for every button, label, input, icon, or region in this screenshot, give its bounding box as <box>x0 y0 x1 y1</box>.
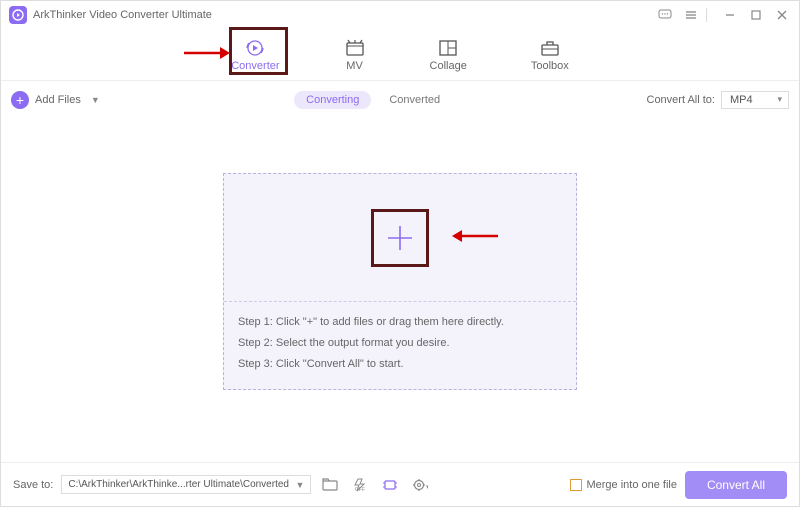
add-files-label: Add Files <box>35 94 81 106</box>
tab-toolbox[interactable]: Toolbox <box>523 34 577 76</box>
tab-label: Toolbox <box>531 60 569 72</box>
add-files-button[interactable]: + Add Files ▼ <box>11 91 100 109</box>
hardware-accel-button[interactable]: OFF <box>349 475 371 495</box>
collage-icon <box>437 38 459 58</box>
main-tabs: Converter MV Collage Toolbox <box>1 29 799 81</box>
status-tabs: Converting Converted <box>294 91 452 109</box>
svg-text:▾: ▾ <box>426 484 428 491</box>
merge-checkbox[interactable]: Merge into one file <box>570 479 677 491</box>
sub-toolbar: + Add Files ▼ Converting Converted Conve… <box>11 87 789 113</box>
toolbox-icon <box>539 38 561 58</box>
save-path-value: C:\ArkThinker\ArkThinke...rter Ultimate\… <box>68 479 289 490</box>
convert-all-button[interactable]: Convert All <box>685 471 787 499</box>
chevron-down-icon: ▼ <box>295 480 304 490</box>
drop-zone[interactable]: Step 1: Click "+" to add files or drag t… <box>223 173 577 390</box>
content-area: + Add Files ▼ Converting Converted Conve… <box>1 81 799 462</box>
feedback-icon[interactable] <box>656 6 674 24</box>
open-folder-button[interactable] <box>319 475 341 495</box>
tab-converter[interactable]: Converter <box>223 34 287 76</box>
titlebar: ArkThinker Video Converter Ultimate <box>1 1 799 29</box>
app-title: ArkThinker Video Converter Ultimate <box>33 9 648 21</box>
checkbox-icon <box>570 479 582 491</box>
chevron-down-icon: ▼ <box>91 95 100 105</box>
annotation-arrow-plus <box>452 228 500 244</box>
plus-icon: + <box>11 91 29 109</box>
svg-text:OFF: OFF <box>355 487 365 492</box>
mv-icon <box>344 38 366 58</box>
app-logo-icon <box>9 6 27 24</box>
converter-icon <box>244 38 266 58</box>
convert-all-to: Convert All to: MP4 <box>647 91 789 109</box>
plus-icon <box>382 220 418 256</box>
tab-label: Collage <box>430 60 467 72</box>
annotation-arrow-converter <box>182 45 230 61</box>
menu-icon[interactable] <box>682 6 700 24</box>
maximize-button[interactable] <box>747 6 765 24</box>
gpu-button[interactable] <box>379 475 401 495</box>
settings-button[interactable]: ▾ <box>409 475 431 495</box>
save-to-label: Save to: <box>13 479 53 491</box>
convert-all-to-label: Convert All to: <box>647 94 715 106</box>
instructions: Step 1: Click "+" to add files or drag t… <box>224 302 576 389</box>
close-button[interactable] <box>773 6 791 24</box>
merge-label: Merge into one file <box>586 479 677 491</box>
tab-mv[interactable]: MV <box>336 34 374 76</box>
app-window: ArkThinker Video Converter Ultimate Conv… <box>0 0 800 507</box>
tab-label: MV <box>346 60 363 72</box>
drop-zone-top <box>224 174 576 302</box>
tab-converting[interactable]: Converting <box>294 91 371 109</box>
separator <box>706 8 707 22</box>
main-area: Step 1: Click "+" to add files or drag t… <box>11 113 789 462</box>
minimize-button[interactable] <box>721 6 739 24</box>
save-path-dropdown[interactable]: C:\ArkThinker\ArkThinke...rter Ultimate\… <box>61 475 311 494</box>
step-1: Step 1: Click "+" to add files or drag t… <box>238 312 562 333</box>
step-3: Step 3: Click "Convert All" to start. <box>238 354 562 375</box>
output-format-dropdown[interactable]: MP4 <box>721 91 789 109</box>
add-file-big-button[interactable] <box>371 209 429 267</box>
footer: Save to: C:\ArkThinker\ArkThinke...rter … <box>1 462 799 506</box>
tab-converted[interactable]: Converted <box>377 91 452 109</box>
tab-collage[interactable]: Collage <box>422 34 475 76</box>
step-2: Step 2: Select the output format you des… <box>238 333 562 354</box>
tab-label: Converter <box>231 60 279 72</box>
